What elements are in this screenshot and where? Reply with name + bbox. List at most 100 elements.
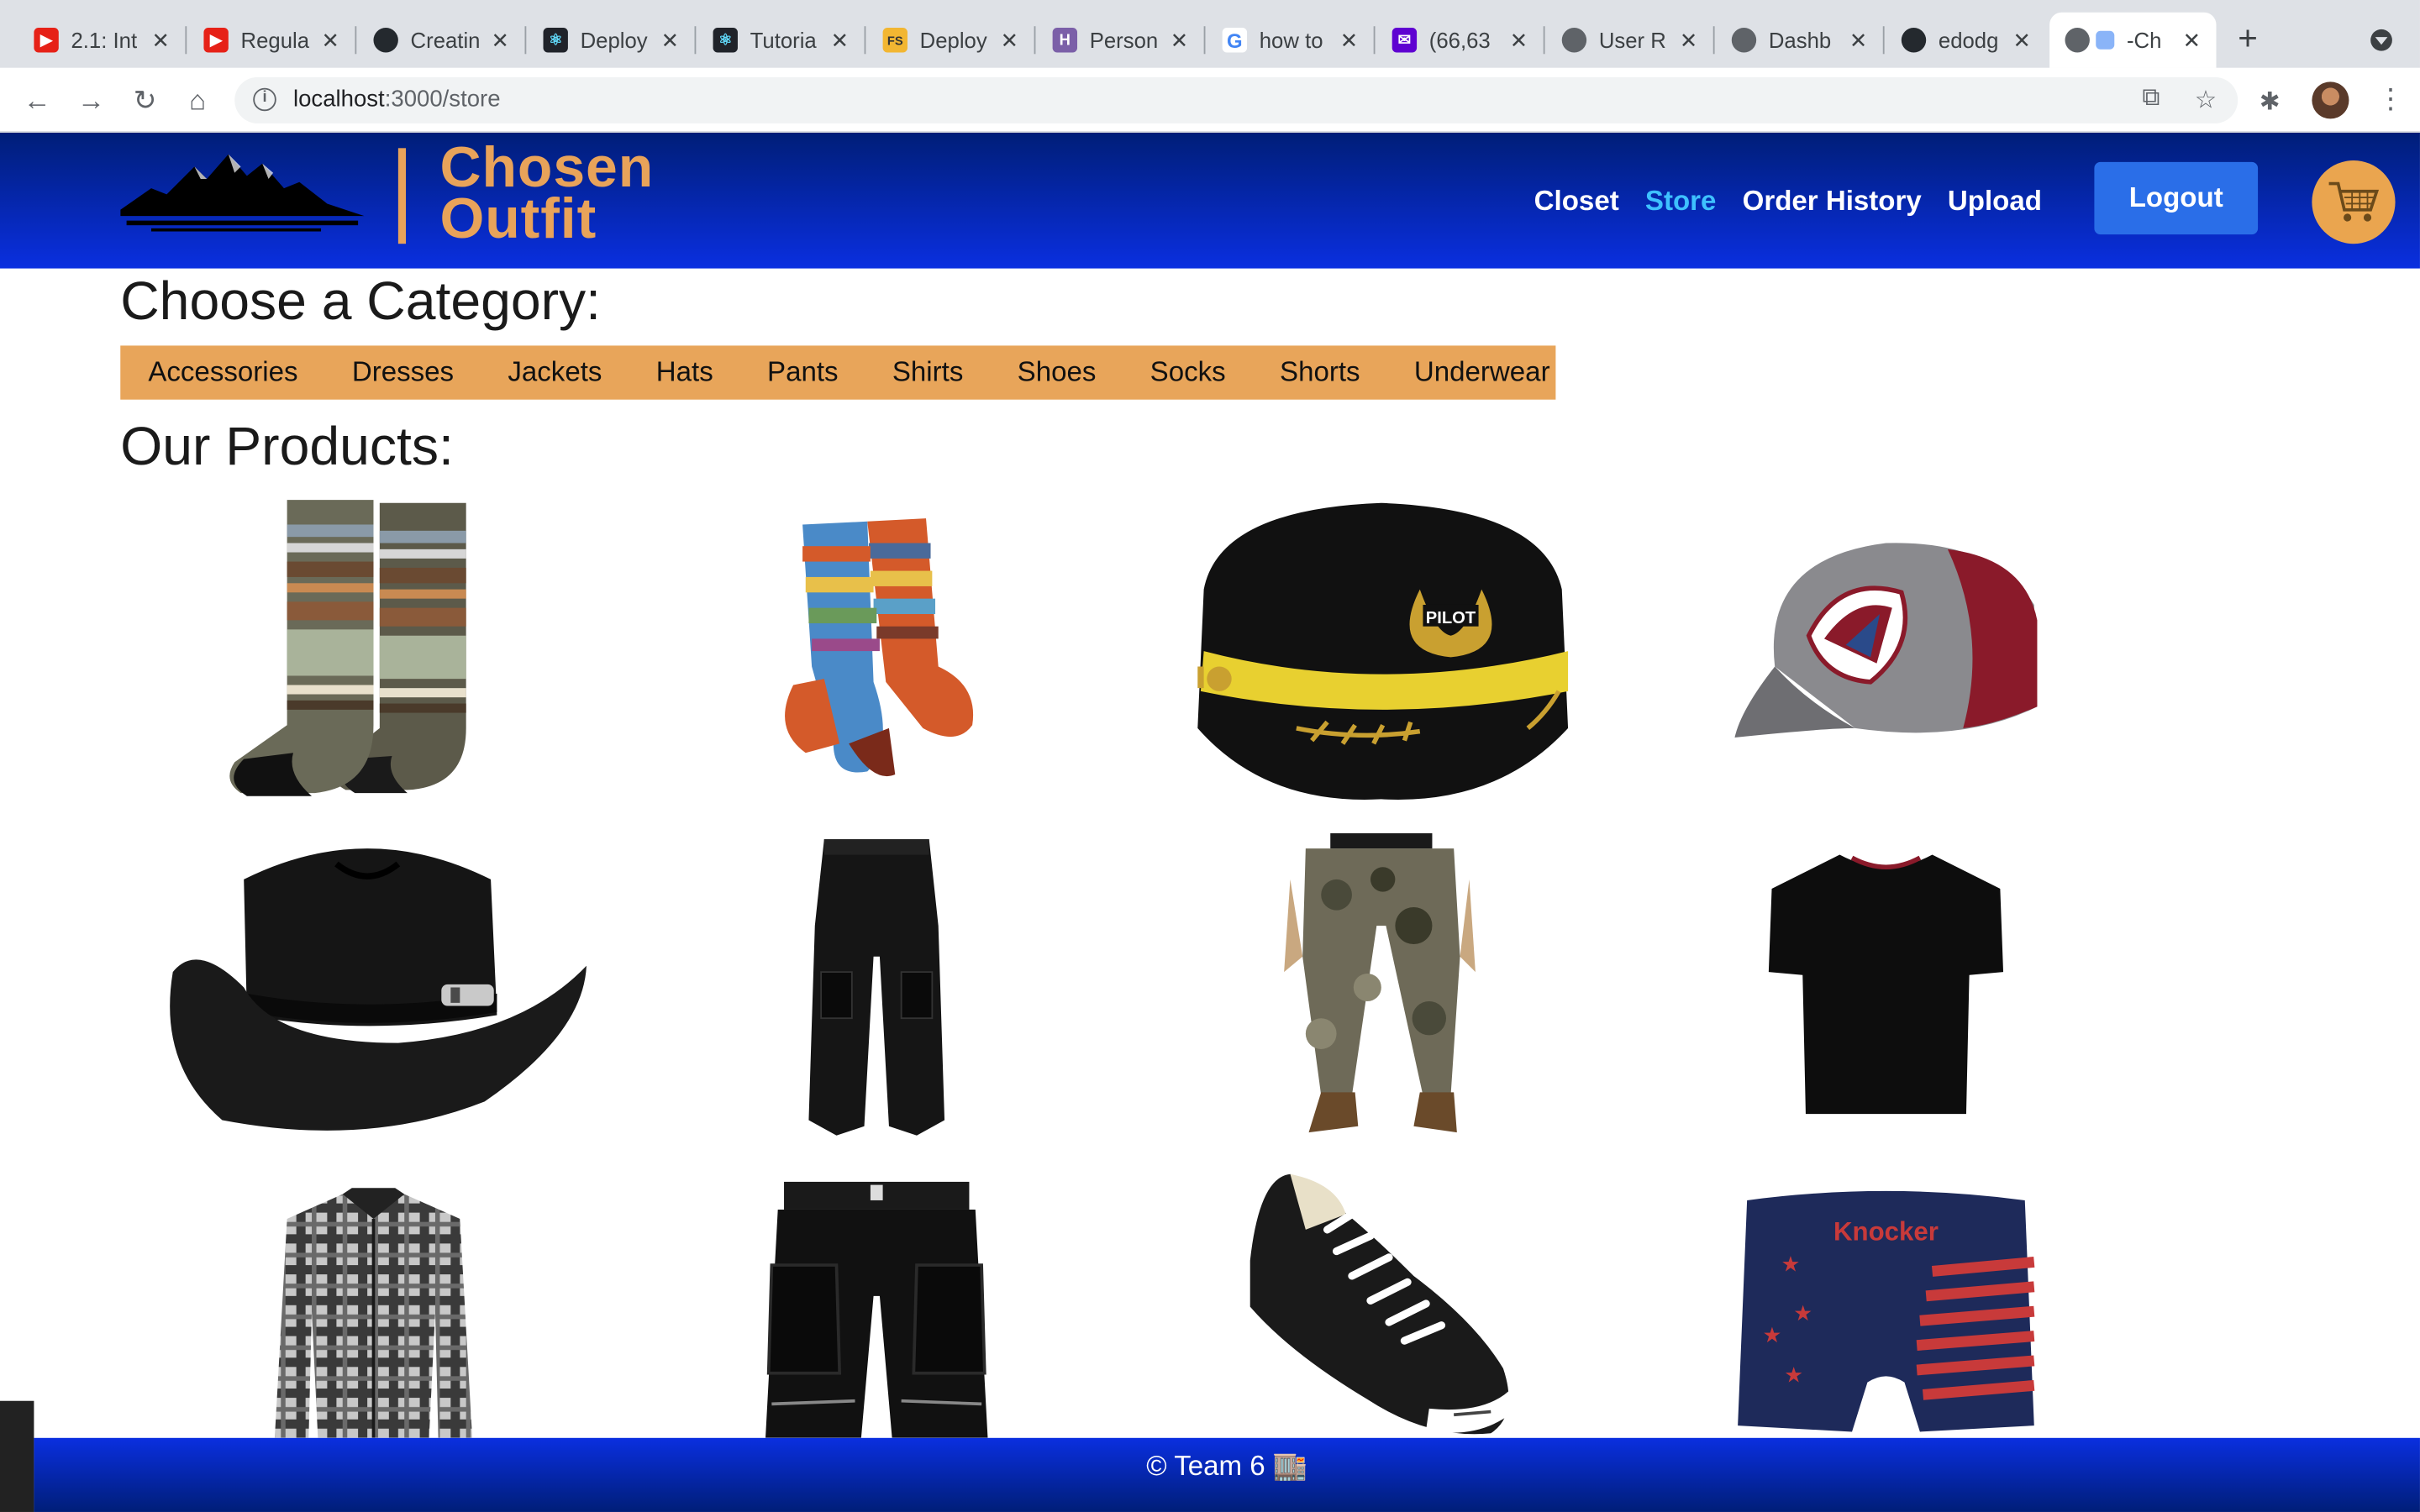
reload-icon[interactable]: ↻ <box>127 81 164 118</box>
category-socks[interactable]: Socks <box>1123 356 1253 389</box>
svg-text:★: ★ <box>1781 1252 1801 1276</box>
close-tab-icon[interactable]: ✕ <box>1171 27 1189 53</box>
svg-text:★: ★ <box>1784 1364 1803 1388</box>
react-icon: ⚛ <box>543 28 568 53</box>
brand-logo-text[interactable]: Chosen Outfit <box>439 139 654 247</box>
back-icon[interactable]: ← <box>18 81 55 118</box>
category-shorts[interactable]: Shorts <box>1253 356 1387 389</box>
address-bar[interactable]: i localhost:3000/store ⧉ ☆ <box>234 76 2238 123</box>
site-footer: © Team 6 🏬 <box>34 1437 2420 1512</box>
category-hats[interactable]: Hats <box>629 356 740 389</box>
forward-icon[interactable]: → <box>72 81 109 118</box>
fullstack-icon: FS <box>882 28 908 53</box>
nav-order-history-link[interactable]: Order History <box>1743 185 1922 218</box>
mountain-logo-icon[interactable] <box>120 148 365 238</box>
product-camo-cargo-pants[interactable] <box>1275 832 1485 1142</box>
globe-icon <box>1731 28 1757 53</box>
logout-button[interactable]: Logout <box>2094 161 2259 235</box>
logo-divider <box>397 148 407 244</box>
site-info-icon[interactable]: i <box>253 87 276 112</box>
browser-tab[interactable]: G how to ✕ <box>1207 13 1373 68</box>
left-edge-widget <box>0 1400 34 1512</box>
product-cowboy-hat[interactable] <box>150 832 593 1142</box>
svg-text:★: ★ <box>1793 1302 1812 1326</box>
google-icon: G <box>1222 28 1248 53</box>
close-tab-icon[interactable]: ✕ <box>322 27 340 53</box>
close-tab-icon[interactable]: ✕ <box>492 27 510 53</box>
browser-tab[interactable]: ▶ 2.1: Int ✕ <box>18 13 185 68</box>
home-icon[interactable]: ⌂ <box>179 81 216 118</box>
github-icon <box>1901 28 1927 53</box>
close-tab-icon[interactable]: ✕ <box>1001 27 1019 53</box>
category-bar: Accessories Dresses Jackets Hats Pants S… <box>120 345 1556 400</box>
category-dresses[interactable]: Dresses <box>325 356 481 389</box>
mail-icon: ✉ <box>1392 28 1418 53</box>
close-tab-icon[interactable]: ✕ <box>1849 27 1868 53</box>
category-jackets[interactable]: Jackets <box>481 356 629 389</box>
product-black-cargo-shorts[interactable] <box>762 1172 992 1438</box>
nav-upload-link[interactable]: Upload <box>1948 185 2042 218</box>
close-tab-icon[interactable]: ✕ <box>831 27 850 53</box>
globe-icon <box>1561 28 1587 53</box>
browser-tab[interactable]: Dashb ✕ <box>1716 13 1882 68</box>
store-emoji-icon <box>2096 30 2115 50</box>
svg-text:PILOT: PILOT <box>1426 609 1476 627</box>
youtube-icon: ▶ <box>34 28 59 53</box>
browser-tab[interactable]: ⚛ Deploy ✕ <box>528 13 694 68</box>
browser-tab[interactable]: H Person ✕ <box>1037 13 1203 68</box>
youtube-icon: ▶ <box>203 28 229 53</box>
category-heading: Choose a Category: <box>120 271 602 332</box>
github-icon <box>373 28 398 53</box>
category-shirts[interactable]: Shirts <box>865 356 991 389</box>
browser-tab-active[interactable]: -Ch ✕ <box>2049 12 2217 68</box>
browser-tab[interactable]: User R ✕ <box>1546 13 1712 68</box>
footer-text: © Team 6 🏬 <box>1146 1450 1308 1482</box>
products-heading: Our Products: <box>120 416 454 477</box>
product-striped-socks[interactable] <box>225 496 522 801</box>
open-in-app-icon[interactable]: ⧉ <box>2142 85 2160 113</box>
browser-tab[interactable]: ✉ (66,63 ✕ <box>1376 13 1543 68</box>
product-knocker-boxer-briefs[interactable]: Knocker ★ ★ ★ ★ <box>1731 1172 2041 1438</box>
profile-avatar[interactable] <box>2312 81 2349 119</box>
browser-tab[interactable]: ▶ Regula ✕ <box>188 13 355 68</box>
boxer-brand-text: Knocker <box>1833 1217 1939 1247</box>
close-tab-icon[interactable]: ✕ <box>661 27 680 53</box>
browser-tab[interactable]: ⚛ Tutoria ✕ <box>697 13 864 68</box>
browser-tab[interactable]: FS Deploy ✕ <box>867 13 1034 68</box>
globe-icon <box>2065 28 2090 53</box>
browser-toolbar: ← → ↻ ⌂ i localhost:3000/store ⧉ ☆ ✱ ⋮ <box>0 67 2420 133</box>
category-shoes[interactable]: Shoes <box>991 356 1123 389</box>
category-pants[interactable]: Pants <box>740 356 865 389</box>
close-tab-icon[interactable]: ✕ <box>2183 27 2202 53</box>
browser-tab-strip: ▶ 2.1: Int ✕ ▶ Regula ✕ Creatin ✕ ⚛ Deploy ✕… <box>0 0 2420 68</box>
close-tab-icon[interactable]: ✕ <box>1340 27 1359 53</box>
product-black-pants[interactable] <box>805 832 948 1142</box>
react-icon: ⚛ <box>713 28 738 53</box>
browser-tab[interactable]: edodg ✕ <box>1886 13 2046 68</box>
category-accessories[interactable]: Accessories <box>120 356 324 389</box>
product-pilot-cap[interactable]: PILOT <box>1188 496 1575 801</box>
tab-search-icon[interactable] <box>2370 29 2392 51</box>
svg-text:★: ★ <box>1763 1324 1782 1347</box>
nav-store-link[interactable]: Store <box>1645 185 1717 218</box>
product-patterned-socks[interactable] <box>725 496 1031 801</box>
heroku-icon: H <box>1052 28 1078 53</box>
browser-tab[interactable]: Creatin ✕ <box>358 13 524 68</box>
product-black-tshirt[interactable] <box>1747 832 2025 1142</box>
product-plaid-shirt[interactable] <box>265 1172 482 1438</box>
browser-menu-icon[interactable]: ⋮ <box>2377 83 2405 114</box>
shopping-cart-icon <box>2328 181 2380 222</box>
new-tab-button[interactable]: + <box>2238 21 2258 55</box>
address-url[interactable]: localhost:3000/store <box>293 87 501 113</box>
product-hockey-cap[interactable] <box>1731 496 2041 801</box>
close-tab-icon[interactable]: ✕ <box>151 27 170 53</box>
cart-button[interactable] <box>2312 160 2396 244</box>
nav-closet-link[interactable]: Closet <box>1534 185 1619 218</box>
category-underwear[interactable]: Underwear <box>1387 356 1577 389</box>
product-black-sneaker[interactable] <box>1244 1168 1519 1438</box>
close-tab-icon[interactable]: ✕ <box>2013 27 2032 53</box>
close-tab-icon[interactable]: ✕ <box>1510 27 1528 53</box>
close-tab-icon[interactable]: ✕ <box>1680 27 1698 53</box>
extensions-puzzle-icon[interactable]: ✱ <box>2260 87 2281 118</box>
bookmark-star-icon[interactable]: ☆ <box>2195 85 2217 116</box>
